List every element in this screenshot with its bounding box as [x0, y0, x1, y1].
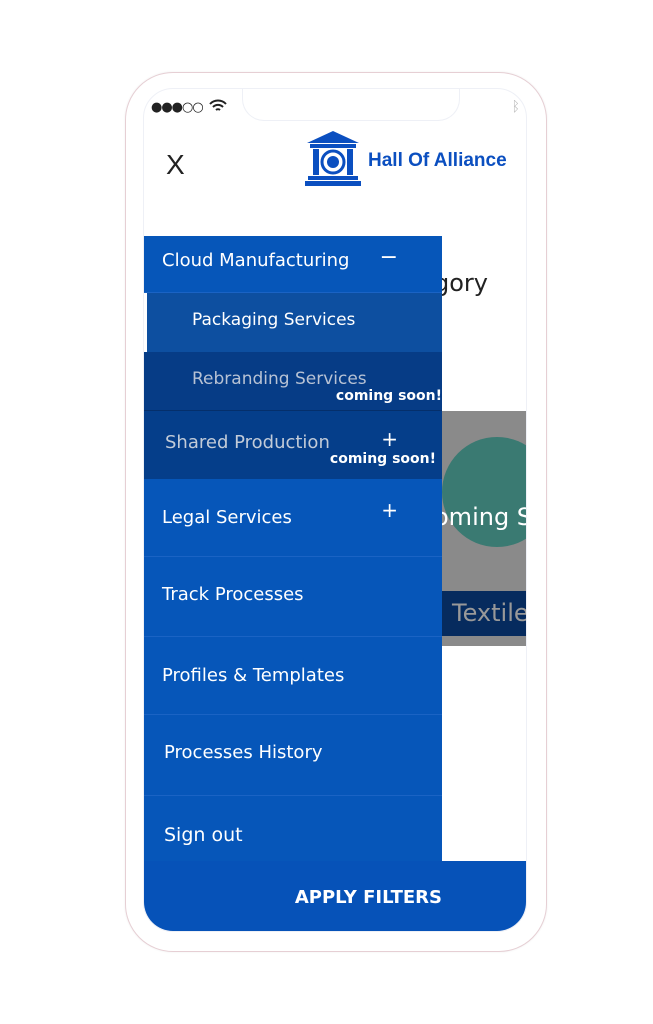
- menu-label: Legal Services: [162, 507, 292, 528]
- expand-icon[interactable]: +: [381, 498, 398, 522]
- menu-item-profiles-templates[interactable]: Profiles & Templates: [144, 637, 442, 715]
- expand-icon: +: [381, 427, 398, 451]
- coming-soon-badge: coming soon!: [329, 451, 436, 467]
- coming-soon-badge: coming soon!: [335, 388, 442, 404]
- menu-label: Sign out: [164, 824, 243, 846]
- menu-label: Track Processes: [162, 584, 304, 605]
- menu-item-packaging-services[interactable]: Packaging Services: [147, 293, 442, 352]
- wifi-icon: [209, 99, 227, 111]
- collapse-icon[interactable]: −: [380, 245, 398, 270]
- menu-label: Rebranding Services: [192, 369, 367, 389]
- menu-label: Profiles & Templates: [162, 665, 345, 686]
- menu-item-legal-services[interactable]: Legal Services +: [144, 479, 442, 557]
- logo: Hall Of Alliance: [304, 129, 507, 187]
- menu-item-rebranding-services: Rebranding Services coming soon!: [144, 352, 442, 411]
- category-heading: gory: [434, 269, 488, 297]
- phone-screen: ●●●○○ ᛒ X Hall Of Alliance gory oming S …: [143, 88, 527, 932]
- menu-item-sign-out[interactable]: Sign out: [144, 796, 442, 861]
- card-caption: Textiles: [442, 591, 526, 636]
- notch: [242, 89, 460, 121]
- menu-item-shared-production: Shared Production + coming soon!: [144, 411, 442, 479]
- menu-label: Shared Production: [165, 432, 330, 453]
- menu-item-cloud-manufacturing[interactable]: Cloud Manufacturing −: [144, 236, 442, 293]
- bluetooth-icon: ᛒ: [511, 99, 520, 115]
- menu-label: Cloud Manufacturing: [162, 250, 350, 271]
- category-card[interactable]: oming S Textiles: [434, 411, 526, 646]
- close-button[interactable]: X: [166, 149, 185, 181]
- menu-item-processes-history[interactable]: Processes History: [144, 715, 442, 796]
- signal-icon: ●●●○○: [151, 99, 227, 115]
- signal-strength: ●●●○○: [151, 100, 204, 115]
- coming-soon-text: oming S: [434, 503, 527, 531]
- apply-filters-button[interactable]: APPLY FILTERS: [144, 861, 526, 931]
- hall-logo-icon: [305, 131, 361, 186]
- side-menu: Cloud Manufacturing − Packaging Services…: [144, 236, 442, 861]
- menu-label: Packaging Services: [192, 310, 356, 330]
- brand-name: Hall Of Alliance: [368, 150, 507, 171]
- menu-label: Processes History: [164, 742, 323, 763]
- menu-item-track-processes[interactable]: Track Processes: [144, 557, 442, 637]
